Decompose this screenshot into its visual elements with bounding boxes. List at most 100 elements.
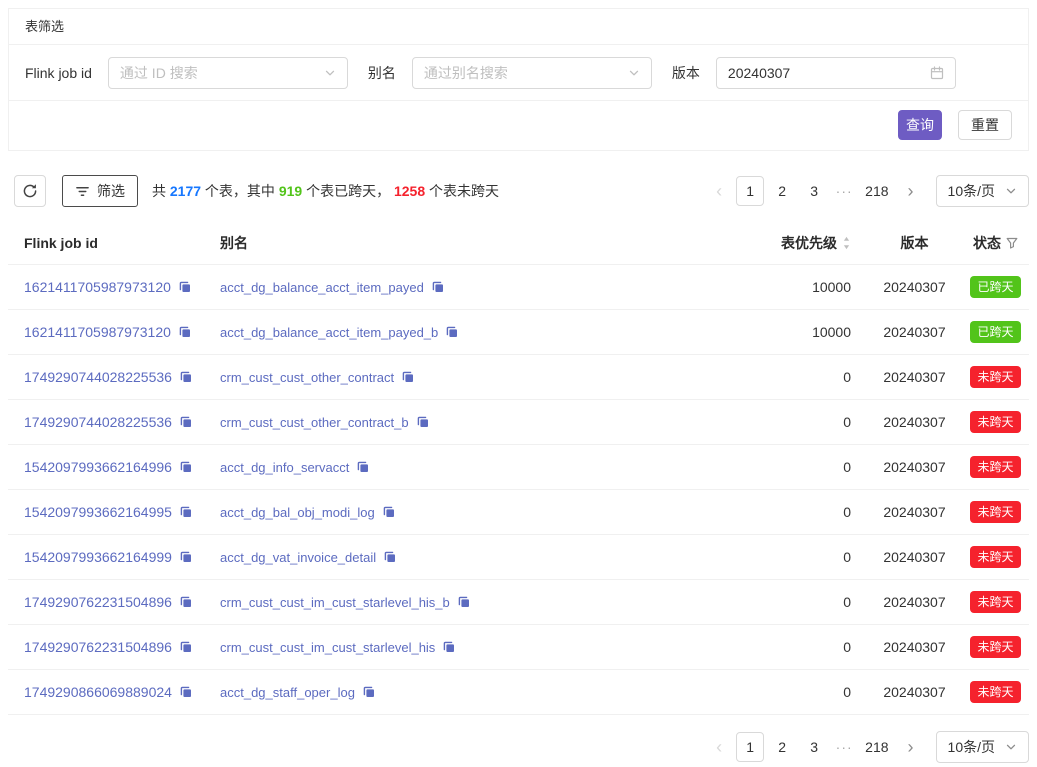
row-flink-job-id-link[interactable]: 1749290744028225536 <box>24 369 172 385</box>
chevron-down-icon <box>1005 185 1017 197</box>
page-size-select[interactable]: 10条/页 <box>936 175 1029 207</box>
reset-button[interactable]: 重置 <box>958 110 1012 140</box>
row-flink-job-id-link[interactable]: 1749290866069889024 <box>24 684 172 700</box>
row-priority: 0 <box>707 504 867 520</box>
copy-icon[interactable] <box>179 415 193 429</box>
page-button-3[interactable]: 3 <box>800 732 828 762</box>
row-version: 20240307 <box>867 279 962 295</box>
row-priority: 0 <box>707 369 867 385</box>
pagination-bottom: ‹ 1 2 3 ··· 218 › 10条/页 <box>8 731 1029 767</box>
summary-crossed-count: 919 <box>279 183 302 199</box>
copy-icon[interactable] <box>179 640 193 654</box>
next-page-button[interactable]: › <box>896 175 926 207</box>
flink-job-id-select[interactable]: 通过 ID 搜索 <box>108 57 348 89</box>
search-button[interactable]: 查询 <box>898 110 942 140</box>
page-button-1[interactable]: 1 <box>736 176 764 206</box>
page-size-select[interactable]: 10条/页 <box>936 731 1029 763</box>
row-flink-job-id-link[interactable]: 1542097993662164995 <box>24 504 172 520</box>
alias-label: 别名 <box>368 63 396 83</box>
row-alias-link[interactable]: crm_cust_cust_other_contract_b <box>220 415 409 430</box>
page-size-value: 10条/页 <box>948 737 995 757</box>
row-alias-link[interactable]: crm_cust_cust_im_cust_starlevel_his <box>220 640 435 655</box>
copy-icon[interactable] <box>382 505 396 519</box>
copy-icon[interactable] <box>179 460 193 474</box>
filter-item-flink-job-id: Flink job id 通过 ID 搜索 <box>25 57 348 89</box>
row-alias-link[interactable]: acct_dg_bal_obj_modi_log <box>220 505 375 520</box>
row-flink-job-id-link[interactable]: 1621411705987973120 <box>24 324 171 340</box>
filter-row: Flink job id 通过 ID 搜索 别名 通过别名搜索 <box>9 45 1028 101</box>
row-flink-job-id-link[interactable]: 1542097993662164999 <box>24 549 172 565</box>
prev-page-button[interactable]: ‹ <box>704 175 734 207</box>
row-priority: 10000 <box>707 279 867 295</box>
refresh-button[interactable] <box>14 175 46 207</box>
copy-icon[interactable] <box>445 325 459 339</box>
row-alias-link[interactable]: acct_dg_staff_oper_log <box>220 685 355 700</box>
version-date-input[interactable]: 20240307 <box>716 57 956 89</box>
row-priority: 0 <box>707 459 867 475</box>
page-ellipsis[interactable]: ··· <box>830 739 858 755</box>
status-badge: 未跨天 <box>970 456 1020 478</box>
row-flink-job-id-link[interactable]: 1542097993662164996 <box>24 459 172 475</box>
row-alias-link[interactable]: acct_dg_balance_acct_item_payed_b <box>220 325 438 340</box>
page-button-2[interactable]: 2 <box>768 732 796 762</box>
chevron-down-icon <box>1005 741 1017 753</box>
page-ellipsis[interactable]: ··· <box>830 183 858 199</box>
page-button-last[interactable]: 218 <box>860 176 893 206</box>
table-row: 1621411705987973120 acct_dg_balance_acct… <box>8 265 1029 310</box>
table-row: 1542097993662164996 acct_dg_info_servacc… <box>8 445 1029 490</box>
row-version: 20240307 <box>867 639 962 655</box>
copy-icon[interactable] <box>457 595 471 609</box>
filter-panel-title: 表筛选 <box>9 9 1028 45</box>
row-flink-job-id-link[interactable]: 1749290762231504896 <box>24 594 172 610</box>
row-flink-job-id-link[interactable]: 1621411705987973120 <box>24 279 171 295</box>
row-alias-link[interactable]: acct_dg_info_servacct <box>220 460 349 475</box>
flink-job-id-label: Flink job id <box>25 65 92 81</box>
next-page-button[interactable]: › <box>896 731 926 763</box>
row-alias-link[interactable]: crm_cust_cust_other_contract <box>220 370 394 385</box>
row-version: 20240307 <box>867 594 962 610</box>
copy-icon[interactable] <box>356 460 370 474</box>
copy-icon[interactable] <box>401 370 415 384</box>
row-version: 20240307 <box>867 459 962 475</box>
page-size-value: 10条/页 <box>948 181 995 201</box>
copy-icon[interactable] <box>416 415 430 429</box>
table-row: 1542097993662164995 acct_dg_bal_obj_modi… <box>8 490 1029 535</box>
summary-seg3: 个表未跨天 <box>425 183 499 199</box>
page-button-3[interactable]: 3 <box>800 176 828 206</box>
copy-icon[interactable] <box>178 280 192 294</box>
alias-select[interactable]: 通过别名搜索 <box>412 57 652 89</box>
row-flink-job-id-link[interactable]: 1749290762231504896 <box>24 639 172 655</box>
row-flink-job-id-link[interactable]: 1749290744028225536 <box>24 414 172 430</box>
page-button-last[interactable]: 218 <box>860 732 893 762</box>
row-version: 20240307 <box>867 369 962 385</box>
copy-icon[interactable] <box>178 325 192 339</box>
results-table: Flink job id 别名 表优先级 版本 状态 1621411705987… <box>8 221 1029 715</box>
pagination-top: ‹ 1 2 3 ··· 218 › 10条/页 <box>704 175 1029 207</box>
prev-page-button[interactable]: ‹ <box>704 731 734 763</box>
copy-icon[interactable] <box>179 595 193 609</box>
column-header-priority: 表优先级 <box>707 233 867 253</box>
filter-funnel-icon[interactable] <box>1006 237 1018 249</box>
copy-icon[interactable] <box>179 685 193 699</box>
table-body: 1621411705987973120 acct_dg_balance_acct… <box>8 265 1029 715</box>
summary-text: 共 2177 个表，其中 919 个表已跨天， 1258 个表未跨天 <box>152 181 499 201</box>
row-alias-link[interactable]: acct_dg_vat_invoice_detail <box>220 550 376 565</box>
filter-toggle-button[interactable]: 筛选 <box>62 175 138 207</box>
copy-icon[interactable] <box>362 685 376 699</box>
summary-total-count: 2177 <box>170 183 201 199</box>
copy-icon[interactable] <box>383 550 397 564</box>
status-badge: 未跨天 <box>970 681 1020 703</box>
sort-icon[interactable] <box>842 236 851 250</box>
summary-prefix: 共 <box>152 183 170 199</box>
copy-icon[interactable] <box>179 505 193 519</box>
copy-icon[interactable] <box>442 640 456 654</box>
copy-icon[interactable] <box>179 550 193 564</box>
copy-icon[interactable] <box>179 370 193 384</box>
page-button-2[interactable]: 2 <box>768 176 796 206</box>
row-alias-link[interactable]: acct_dg_balance_acct_item_payed <box>220 280 424 295</box>
copy-icon[interactable] <box>431 280 445 294</box>
filter-item-version: 版本 20240307 <box>672 57 956 89</box>
row-alias-link[interactable]: crm_cust_cust_im_cust_starlevel_his_b <box>220 595 450 610</box>
page-button-1[interactable]: 1 <box>736 732 764 762</box>
row-version: 20240307 <box>867 324 962 340</box>
